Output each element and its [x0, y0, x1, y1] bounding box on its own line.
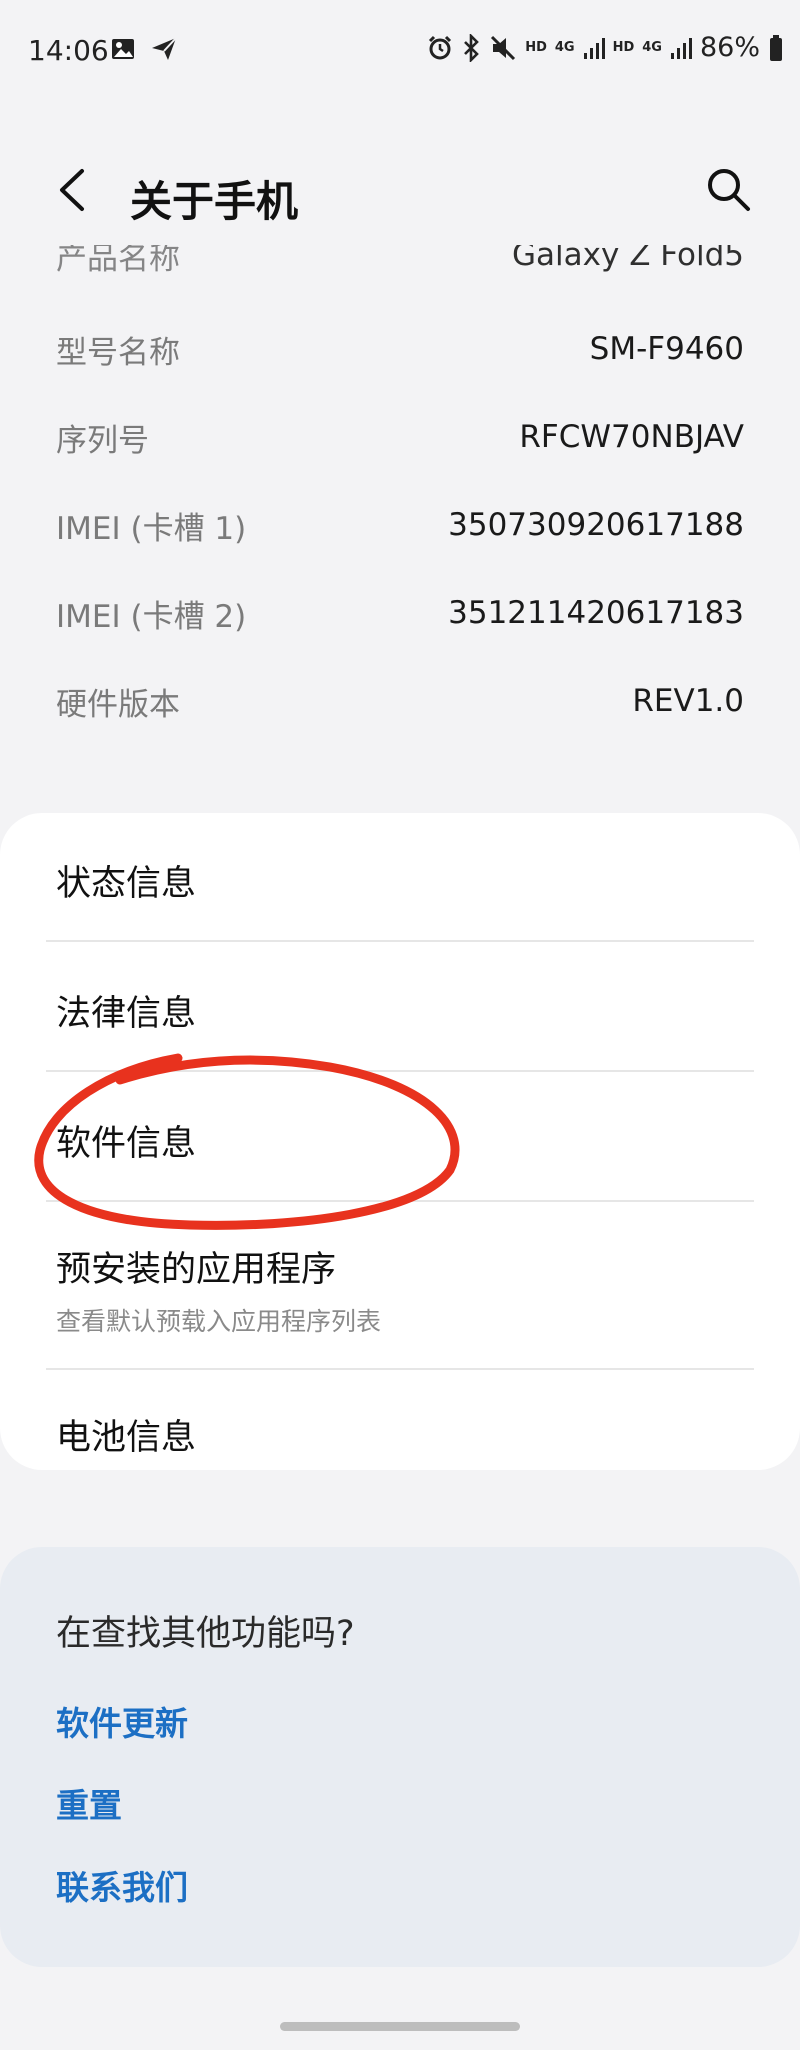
- alarm-icon: [429, 35, 452, 59]
- info-value: SM-F9460: [589, 331, 744, 367]
- back-arrow-icon[interactable]: [52, 165, 92, 215]
- app-bar: 关于手机: [0, 130, 800, 250]
- search-icon[interactable]: [704, 165, 752, 213]
- menu-item-legal-info[interactable]: 法律信息: [56, 985, 744, 1065]
- network-type-2: 4G: [642, 40, 662, 55]
- info-label: IMEI (卡槽 2): [56, 598, 247, 635]
- menu-item-preinstalled-apps[interactable]: 预安装的应用程序 查看默认预载入应用程序列表: [56, 1241, 744, 1351]
- info-label: 产品名称: [56, 245, 180, 277]
- info-label: 型号名称: [56, 334, 180, 371]
- divider: [46, 1368, 754, 1370]
- info-row-imei-2: IMEI (卡槽 2) 351211420617183: [56, 583, 744, 643]
- hd-badge: HD: [525, 40, 547, 55]
- menu-item-label: 法律信息: [56, 994, 197, 1034]
- menu-item-sublabel: 查看默认预载入应用程序列表: [56, 1307, 382, 1336]
- menu-item-label: 电池信息: [56, 1418, 197, 1458]
- menu-item-software-info[interactable]: 软件信息: [56, 1115, 744, 1195]
- status-bar: 14:06 HD 4G HD 4G 86%: [0, 0, 800, 100]
- info-row-serial: 序列号 RFCW70NBJAV: [56, 407, 744, 467]
- about-menu-card: 状态信息 法律信息 软件信息 预安装的应用程序 查看默认预载入应用程序列表 电池…: [0, 813, 800, 1470]
- suggestions-card: 在查找其他功能吗? 软件更新 重置 联系我们: [0, 1547, 800, 1967]
- status-right-icons: HD 4G HD 4G 86%: [427, 32, 784, 63]
- device-info-list: 产品名称 Galaxy Z Fold5 型号名称 SM-F9460 序列号 RF…: [0, 245, 800, 785]
- mute-icon: [491, 35, 516, 60]
- menu-item-label: 软件信息: [56, 1124, 197, 1164]
- info-value: 351211420617183: [448, 595, 744, 631]
- battery-percent: 86%: [699, 32, 760, 63]
- signal-icon-2: [670, 37, 692, 59]
- gesture-navigation-bar[interactable]: [280, 2022, 520, 2031]
- divider: [46, 940, 754, 942]
- info-label: 硬件版本: [56, 686, 180, 723]
- suggestions-question: 在查找其他功能吗?: [56, 1614, 355, 1654]
- info-row-model: 型号名称 SM-F9460: [56, 319, 744, 379]
- divider: [46, 1070, 754, 1072]
- info-row-imei-1: IMEI (卡槽 1) 350730920617188: [56, 495, 744, 555]
- menu-item-battery-info[interactable]: 电池信息: [56, 1409, 744, 1469]
- link-contact-us[interactable]: 联系我们: [56, 1861, 188, 1909]
- divider: [46, 1200, 754, 1202]
- menu-item-label: 预安装的应用程序: [56, 1250, 337, 1290]
- info-value: RFCW70NBJAV: [519, 419, 744, 455]
- status-left-icons: [110, 36, 178, 62]
- info-label: 序列号: [56, 422, 149, 459]
- hd-badge-2: HD: [612, 40, 635, 55]
- network-type: 4G: [554, 40, 575, 55]
- battery-icon: [770, 34, 782, 61]
- info-label: IMEI (卡槽 1): [56, 510, 247, 547]
- bluetooth-icon: [464, 33, 480, 62]
- info-value: 350730920617188: [448, 507, 744, 543]
- info-row-product-name: 产品名称 Galaxy Z Fold5: [56, 245, 744, 285]
- info-value: REV1.0: [632, 683, 744, 719]
- menu-item-label: 状态信息: [56, 864, 197, 904]
- page-title: 关于手机: [130, 177, 299, 226]
- menu-item-status-info[interactable]: 状态信息: [56, 855, 744, 935]
- info-value: Galaxy Z Fold5: [512, 245, 744, 273]
- signal-icon: [583, 37, 605, 59]
- link-software-update[interactable]: 软件更新: [56, 1697, 188, 1745]
- info-row-hardware: 硬件版本 REV1.0: [56, 671, 744, 731]
- gallery-icon: [112, 39, 134, 59]
- send-icon: [152, 37, 177, 60]
- status-time: 14:06: [28, 34, 109, 67]
- link-reset[interactable]: 重置: [56, 1779, 122, 1827]
